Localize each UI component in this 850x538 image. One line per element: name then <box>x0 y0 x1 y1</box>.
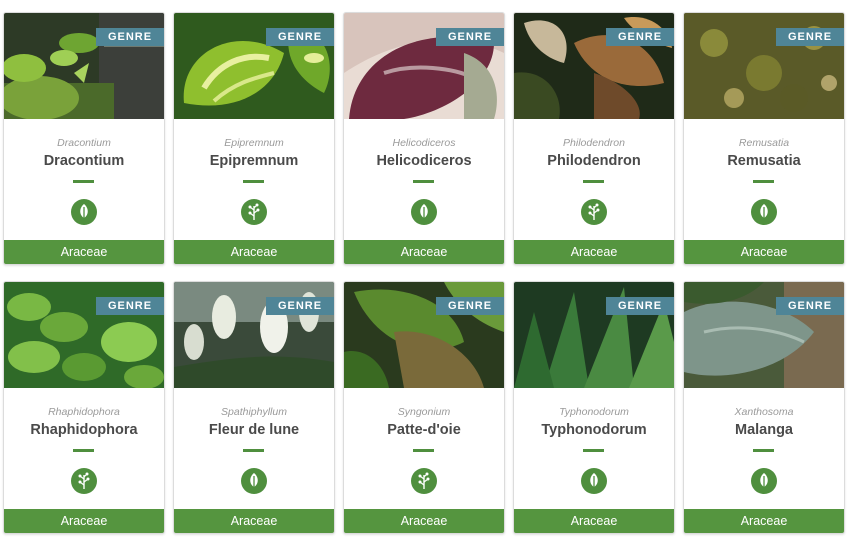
genus-card-syngonium[interactable]: GENRE Syngonium Patte-d'oie Araceae <box>343 281 505 534</box>
family-label: Araceae <box>174 509 334 533</box>
common-name[interactable]: Malanga <box>684 422 844 438</box>
divider <box>753 180 774 183</box>
latin-name: Helicodiceros <box>392 137 456 149</box>
plant-genus-grid: GENRE Dracontium Dracontium Araceae GENR… <box>0 0 850 538</box>
leaf-icon <box>411 199 437 225</box>
latin-name: Rhaphidophora <box>48 406 120 418</box>
genre-badge: GENRE <box>436 297 504 315</box>
latin-name: Dracontium <box>57 137 111 149</box>
common-name[interactable]: Remusatia <box>684 153 844 169</box>
genus-card-helicodiceros[interactable]: GENRE Helicodiceros Helicodiceros Aracea… <box>343 12 505 265</box>
family-label: Araceae <box>514 240 674 264</box>
genre-badge: GENRE <box>96 28 164 46</box>
common-name[interactable]: Epipremnum <box>174 153 334 169</box>
divider <box>583 180 604 183</box>
genus-card-typhonodorum[interactable]: GENRE Typhonodorum Typhonodorum Araceae <box>513 281 675 534</box>
genus-card-rhaphidophora[interactable]: GENRE Rhaphidophora Rhaphidophora Aracea… <box>3 281 165 534</box>
latin-name: Spathiphyllum <box>221 406 287 418</box>
common-name[interactable]: Helicodiceros <box>344 153 504 169</box>
genre-badge: GENRE <box>606 28 674 46</box>
common-name[interactable]: Dracontium <box>4 153 164 169</box>
genus-card-dracontium[interactable]: GENRE Dracontium Dracontium Araceae <box>3 12 165 265</box>
family-label: Araceae <box>4 240 164 264</box>
latin-name: Typhonodorum <box>559 406 629 418</box>
common-name[interactable]: Rhaphidophora <box>4 422 164 438</box>
latin-name: Xanthosoma <box>734 406 794 418</box>
divider <box>73 449 94 452</box>
genre-badge: GENRE <box>606 297 674 315</box>
latin-name: Philodendron <box>563 137 625 149</box>
genus-card-epipremnum[interactable]: GENRE Epipremnum Epipremnum Araceae <box>173 12 335 265</box>
latin-name: Epipremnum <box>224 137 284 149</box>
divider <box>73 180 94 183</box>
genre-badge: GENRE <box>96 297 164 315</box>
genus-card-spathiphyllum[interactable]: GENRE Spathiphyllum Fleur de lune Aracea… <box>173 281 335 534</box>
divider <box>753 449 774 452</box>
common-name[interactable]: Fleur de lune <box>174 422 334 438</box>
genus-card-xanthosoma[interactable]: GENRE Xanthosoma Malanga Araceae <box>683 281 845 534</box>
genre-badge: GENRE <box>776 297 844 315</box>
family-label: Araceae <box>684 509 844 533</box>
latin-name: Remusatia <box>738 137 790 149</box>
leaf-icon <box>241 468 267 494</box>
leaf-icon <box>751 199 777 225</box>
genus-card-remusatia[interactable]: GENRE Remusatia Remusatia Araceae <box>683 12 845 265</box>
genus-card-philodendron[interactable]: GENRE Philodendron Philodendron Araceae <box>513 12 675 265</box>
genre-badge: GENRE <box>436 28 504 46</box>
family-label: Araceae <box>344 509 504 533</box>
family-label: Araceae <box>684 240 844 264</box>
sprig-icon <box>581 199 607 225</box>
sprig-icon <box>71 468 97 494</box>
common-name[interactable]: Patte-d'oie <box>344 422 504 438</box>
family-label: Araceae <box>174 240 334 264</box>
sprig-icon <box>411 468 437 494</box>
genre-badge: GENRE <box>266 28 334 46</box>
divider <box>413 449 434 452</box>
family-label: Araceae <box>514 509 674 533</box>
leaf-icon <box>71 199 97 225</box>
latin-name: Syngonium <box>397 406 451 418</box>
family-label: Araceae <box>344 240 504 264</box>
sprig-icon <box>241 199 267 225</box>
leaf-icon <box>751 468 777 494</box>
leaf-icon <box>581 468 607 494</box>
divider <box>243 180 264 183</box>
divider <box>583 449 604 452</box>
common-name[interactable]: Philodendron <box>514 153 674 169</box>
genre-badge: GENRE <box>776 28 844 46</box>
divider <box>413 180 434 183</box>
family-label: Araceae <box>4 509 164 533</box>
divider <box>243 449 264 452</box>
genre-badge: GENRE <box>266 297 334 315</box>
common-name[interactable]: Typhonodorum <box>514 422 674 438</box>
